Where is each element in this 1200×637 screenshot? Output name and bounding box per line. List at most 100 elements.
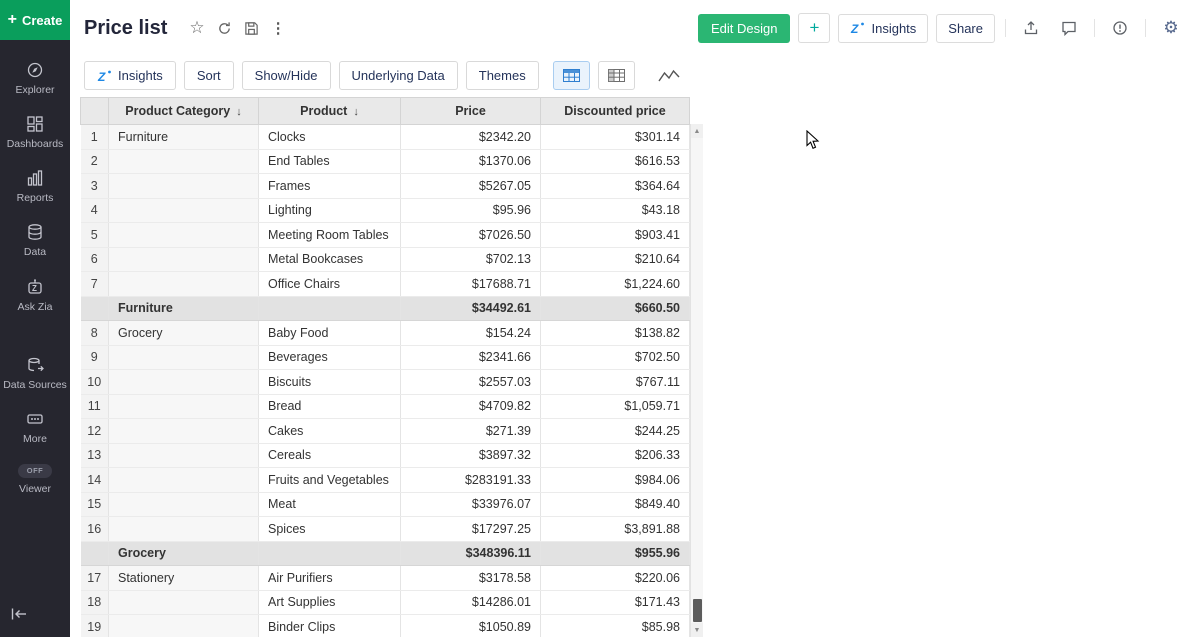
table-row[interactable]: 13Cereals$3897.32$206.33 xyxy=(81,443,690,468)
scroll-up-arrow[interactable]: ▲ xyxy=(691,124,703,138)
discount-cell[interactable]: $206.33 xyxy=(541,443,690,468)
price-cell[interactable]: $271.39 xyxy=(401,419,541,444)
rownum-cell[interactable]: 12 xyxy=(81,419,109,444)
discount-cell[interactable]: $616.53 xyxy=(541,149,690,174)
product-cell[interactable]: Art Supplies xyxy=(259,590,401,615)
pivot-view-icon[interactable] xyxy=(598,61,635,90)
discount-cell[interactable]: $984.06 xyxy=(541,468,690,493)
discount-cell[interactable]: $955.96 xyxy=(541,541,690,566)
category-cell[interactable] xyxy=(109,590,259,615)
product-cell[interactable] xyxy=(259,541,401,566)
price-cell[interactable]: $1370.06 xyxy=(401,149,541,174)
discount-cell[interactable]: $849.40 xyxy=(541,492,690,517)
rownum-cell[interactable]: 14 xyxy=(81,468,109,493)
product-cell[interactable]: Meat xyxy=(259,492,401,517)
sidebar-item-reports[interactable]: Reports xyxy=(0,160,70,214)
sort-button[interactable]: Sort xyxy=(184,61,234,90)
product-cell[interactable]: Biscuits xyxy=(259,370,401,395)
discount-cell[interactable]: $702.50 xyxy=(541,345,690,370)
rownum-cell[interactable] xyxy=(81,541,109,566)
table-row[interactable]: 16Spices$17297.25$3,891.88 xyxy=(81,517,690,542)
table-row[interactable]: 18Art Supplies$14286.01$171.43 xyxy=(81,590,690,615)
category-cell[interactable] xyxy=(109,247,259,272)
price-cell[interactable]: $17297.25 xyxy=(401,517,541,542)
kebab-menu-icon[interactable]: ⋮ xyxy=(271,19,286,37)
discount-cell[interactable]: $301.14 xyxy=(541,125,690,150)
table-row[interactable]: 14Fruits and Vegetables$283191.33$984.06 xyxy=(81,468,690,493)
rownum-cell[interactable]: 6 xyxy=(81,247,109,272)
sidebar-item-viewer[interactable]: OFF Viewer xyxy=(0,455,70,505)
summary-row[interactable]: Grocery$348396.11$955.96 xyxy=(81,541,690,566)
rownum-cell[interactable]: 5 xyxy=(81,223,109,248)
table-row[interactable]: 8GroceryBaby Food$154.24$138.82 xyxy=(81,321,690,346)
discount-cell[interactable]: $138.82 xyxy=(541,321,690,346)
product-cell[interactable]: Metal Bookcases xyxy=(259,247,401,272)
product-cell[interactable] xyxy=(259,296,401,321)
product-cell[interactable]: Meeting Room Tables xyxy=(259,223,401,248)
product-cell[interactable]: Binder Clips xyxy=(259,615,401,637)
discount-cell[interactable]: $244.25 xyxy=(541,419,690,444)
price-cell[interactable]: $3897.32 xyxy=(401,443,541,468)
category-cell[interactable]: Furniture xyxy=(109,296,259,321)
price-cell[interactable]: $14286.01 xyxy=(401,590,541,615)
collapse-sidebar-button[interactable] xyxy=(0,599,70,629)
product-cell[interactable]: Air Purifiers xyxy=(259,566,401,591)
refresh-icon[interactable] xyxy=(217,21,232,36)
rownum-cell[interactable]: 16 xyxy=(81,517,109,542)
column-header-product[interactable]: Product↓ xyxy=(259,98,401,125)
price-cell[interactable]: $5267.05 xyxy=(401,174,541,199)
price-cell[interactable]: $2342.20 xyxy=(401,125,541,150)
rownum-cell[interactable]: 1 xyxy=(81,125,109,150)
price-cell[interactable]: $95.96 xyxy=(401,198,541,223)
scrollbar-thumb[interactable] xyxy=(693,599,702,622)
sidebar-item-data[interactable]: Data xyxy=(0,214,70,268)
rownum-cell[interactable]: 13 xyxy=(81,443,109,468)
rownum-cell[interactable]: 9 xyxy=(81,345,109,370)
category-cell[interactable] xyxy=(109,468,259,493)
insights-button[interactable]: Z Insights xyxy=(838,14,928,43)
product-cell[interactable]: Baby Food xyxy=(259,321,401,346)
rownum-cell[interactable]: 7 xyxy=(81,272,109,297)
table-row[interactable]: 5Meeting Room Tables$7026.50$903.41 xyxy=(81,223,690,248)
rownum-cell[interactable]: 4 xyxy=(81,198,109,223)
rownum-cell[interactable]: 3 xyxy=(81,174,109,199)
category-cell[interactable]: Grocery xyxy=(109,321,259,346)
category-cell[interactable] xyxy=(109,615,259,637)
discount-cell[interactable]: $1,224.60 xyxy=(541,272,690,297)
product-cell[interactable]: Lighting xyxy=(259,198,401,223)
export-icon[interactable] xyxy=(1016,14,1046,42)
rownum-cell[interactable]: 17 xyxy=(81,566,109,591)
product-cell[interactable]: Office Chairs xyxy=(259,272,401,297)
discount-cell[interactable]: $210.64 xyxy=(541,247,690,272)
table-row[interactable]: 17StationeryAir Purifiers$3178.58$220.06 xyxy=(81,566,690,591)
edit-design-button[interactable]: Edit Design xyxy=(698,14,790,43)
price-cell[interactable]: $3178.58 xyxy=(401,566,541,591)
price-cell[interactable]: $2557.03 xyxy=(401,370,541,395)
rownum-cell[interactable]: 11 xyxy=(81,394,109,419)
price-cell[interactable]: $348396.11 xyxy=(401,541,541,566)
product-cell[interactable]: End Tables xyxy=(259,149,401,174)
rownum-cell[interactable]: 8 xyxy=(81,321,109,346)
category-cell[interactable] xyxy=(109,198,259,223)
category-cell[interactable] xyxy=(109,345,259,370)
star-icon[interactable]: ☆ xyxy=(189,18,204,38)
table-row[interactable]: 1FurnitureClocks$2342.20$301.14 xyxy=(81,125,690,150)
comment-icon[interactable] xyxy=(1054,14,1084,42)
table-row[interactable]: 2End Tables$1370.06$616.53 xyxy=(81,149,690,174)
create-button[interactable]: + Create xyxy=(0,0,70,40)
save-icon[interactable] xyxy=(244,21,259,36)
price-cell[interactable]: $17688.71 xyxy=(401,272,541,297)
category-cell[interactable] xyxy=(109,223,259,248)
category-cell[interactable] xyxy=(109,174,259,199)
sidebar-item-dashboards[interactable]: Dashboards xyxy=(0,106,70,160)
alert-icon[interactable] xyxy=(1105,14,1135,42)
discount-cell[interactable]: $85.98 xyxy=(541,615,690,637)
rownum-cell[interactable]: 18 xyxy=(81,590,109,615)
discount-cell[interactable]: $767.11 xyxy=(541,370,690,395)
product-cell[interactable]: Fruits and Vegetables xyxy=(259,468,401,493)
product-cell[interactable]: Beverages xyxy=(259,345,401,370)
rownum-cell[interactable]: 19 xyxy=(81,615,109,637)
table-view-icon[interactable] xyxy=(553,61,590,90)
discount-cell[interactable]: $220.06 xyxy=(541,566,690,591)
category-cell[interactable] xyxy=(109,419,259,444)
